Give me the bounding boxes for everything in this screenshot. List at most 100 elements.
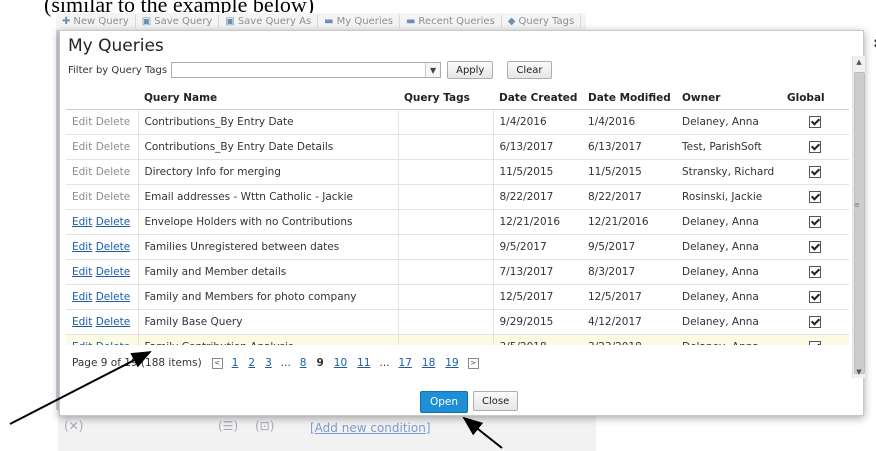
dialog-scrollbar[interactable]: ▲ ≡ ▼	[852, 56, 865, 378]
col-owner-header[interactable]: Owner	[676, 87, 781, 110]
table-row[interactable]: Edit Delete Family and Members for photo …	[66, 284, 849, 310]
global-checkbox[interactable]	[809, 166, 821, 178]
query-tags-cell	[397, 209, 494, 235]
edit-link[interactable]: Edit	[72, 341, 92, 345]
delete-link[interactable]: Delete	[96, 266, 131, 278]
delete-link: Delete	[95, 141, 131, 153]
global-cell	[781, 309, 849, 335]
pager-page-link[interactable]: 2	[248, 357, 255, 369]
edit-link: Edit	[72, 166, 93, 178]
prev-page-icon[interactable]: <	[211, 357, 223, 369]
delete-link: Delete	[95, 166, 131, 178]
edit-link[interactable]: Edit	[72, 316, 92, 328]
delete-link[interactable]: Delete	[96, 316, 131, 328]
open-button[interactable]: Open	[420, 391, 469, 413]
pager-ellipsis: ...	[379, 357, 390, 369]
scroll-up-icon[interactable]: ▲	[853, 56, 865, 68]
global-checkbox[interactable]	[809, 266, 821, 278]
pager-page-link[interactable]: 18	[422, 357, 435, 369]
edit-link[interactable]: Edit	[72, 216, 92, 228]
close-button[interactable]: Close	[473, 391, 519, 411]
global-checkbox[interactable]	[809, 141, 821, 153]
delete-link[interactable]: Delete	[96, 241, 131, 253]
global-checkbox[interactable]	[809, 316, 821, 328]
clear-button[interactable]: Clear	[507, 61, 552, 79]
global-cell	[781, 334, 849, 345]
pager-page-link[interactable]: 3	[265, 357, 272, 369]
table-row[interactable]: Edit Delete Directory Info for merging 11/…	[66, 159, 849, 185]
date-modified-cell: 4/12/2017	[582, 309, 676, 335]
col-date-modified-header[interactable]: Date Modified	[582, 87, 676, 110]
table-row[interactable]: Edit Delete Family Base Query 9/29/2015 4/1…	[66, 309, 849, 335]
global-checkbox[interactable]	[809, 216, 821, 228]
pager-page-link[interactable]: 11	[357, 357, 370, 369]
pager-page-link[interactable]: 19	[445, 357, 458, 369]
group-icon[interactable]: (☰)	[218, 419, 238, 433]
row-actions: Edit Delete	[66, 259, 138, 285]
toolbar-item[interactable]: ▬ Recent Queries	[400, 15, 502, 28]
col-date-created-header[interactable]: Date Created	[493, 87, 582, 110]
query-tags-select[interactable]: ▼	[171, 62, 442, 78]
col-query-name-header[interactable]: Query Name	[138, 87, 398, 110]
next-page-icon[interactable]: >	[467, 357, 479, 369]
edit-link[interactable]: Edit	[72, 241, 92, 253]
table-row[interactable]: Edit Delete Contributions_By Entry Date D…	[66, 134, 849, 160]
toolbar-item[interactable]: ▬ My Queries	[318, 15, 400, 28]
owner-cell: Delaney, Anna	[676, 109, 781, 135]
owner-cell: Delaney, Anna	[676, 284, 781, 310]
apply-button[interactable]: Apply	[447, 61, 494, 79]
global-cell	[781, 159, 849, 185]
global-checkbox[interactable]	[809, 341, 821, 345]
scroll-down-icon[interactable]: ▼	[853, 366, 865, 378]
toolbar-item[interactable]: ▣ Save Query As	[219, 15, 319, 28]
col-query-tags-header[interactable]: Query Tags	[398, 87, 493, 110]
pager-ellipsis: ...	[280, 357, 291, 369]
field-icon[interactable]: (⊡)	[255, 419, 274, 433]
table-row[interactable]: Edit DeleteFamily Contribution Analysis3…	[66, 334, 849, 345]
save-as-icon: ▣	[225, 16, 235, 27]
global-checkbox[interactable]	[809, 291, 821, 303]
pager-page-link[interactable]: 8	[300, 357, 307, 369]
delete-link[interactable]: Delete	[96, 341, 131, 345]
table-row[interactable]: Edit Delete Families Unregistered between…	[66, 234, 849, 260]
edit-link[interactable]: Edit	[72, 266, 92, 278]
edit-link[interactable]: Edit	[72, 291, 92, 303]
owner-cell: Stransky, Richard	[676, 159, 781, 185]
table-row[interactable]: Edit Delete Email addresses - Wttn Cathol…	[66, 184, 849, 210]
table-row[interactable]: Edit Delete Family and Member details 7/13…	[66, 259, 849, 285]
query-tags-cell	[397, 334, 494, 345]
remove-condition-icon[interactable]: (✕)	[64, 419, 83, 433]
toolbar-item[interactable]: ✚ New Query	[56, 15, 136, 28]
owner-cell: Rosinski, Jackie	[676, 184, 781, 210]
global-cell	[781, 209, 849, 235]
query-toolbar: ✚ New Query ▣ Save Query ▣ Save Query As ▬ My Q…	[56, 13, 586, 31]
table-row[interactable]: Edit Delete Contributions_By Entry Date 1/…	[66, 109, 849, 135]
delete-link[interactable]: Delete	[96, 216, 131, 228]
chevron-down-icon[interactable]: ▼	[425, 63, 441, 77]
edit-link: Edit	[72, 191, 93, 203]
add-condition-link[interactable]: [Add new condition]	[310, 421, 431, 435]
owner-cell: Test, ParishSoft	[676, 134, 781, 160]
global-cell	[781, 259, 849, 285]
query-name-cell: Family and Members for photo company	[137, 284, 398, 310]
toolbar-item[interactable]: ◆ Query Tags	[502, 15, 582, 28]
query-name-cell: Envelope Holders with no Contributions	[137, 209, 398, 235]
pager-page-link[interactable]: 10	[334, 357, 347, 369]
row-actions: Edit Delete	[66, 309, 138, 335]
global-checkbox[interactable]	[809, 191, 821, 203]
row-actions: Edit Delete	[66, 234, 138, 260]
table-row[interactable]: Edit Delete Envelope Holders with no Cont…	[66, 209, 849, 235]
col-global-header[interactable]: Global	[781, 87, 849, 110]
pager-page-link[interactable]: 1	[232, 357, 239, 369]
global-checkbox[interactable]	[809, 241, 821, 253]
row-actions: Edit Delete	[66, 109, 138, 135]
global-checkbox[interactable]	[809, 116, 821, 128]
scroll-thumb[interactable]	[854, 72, 865, 374]
owner-cell: Delaney, Anna	[676, 259, 781, 285]
delete-link[interactable]: Delete	[96, 291, 131, 303]
pager-page-link[interactable]: 17	[399, 357, 412, 369]
delete-link: Delete	[95, 116, 131, 128]
query-name-cell: Families Unregistered between dates	[137, 234, 398, 260]
toolbar-item[interactable]: ▣ Save Query	[136, 15, 220, 28]
row-actions: Edit Delete	[66, 334, 138, 345]
